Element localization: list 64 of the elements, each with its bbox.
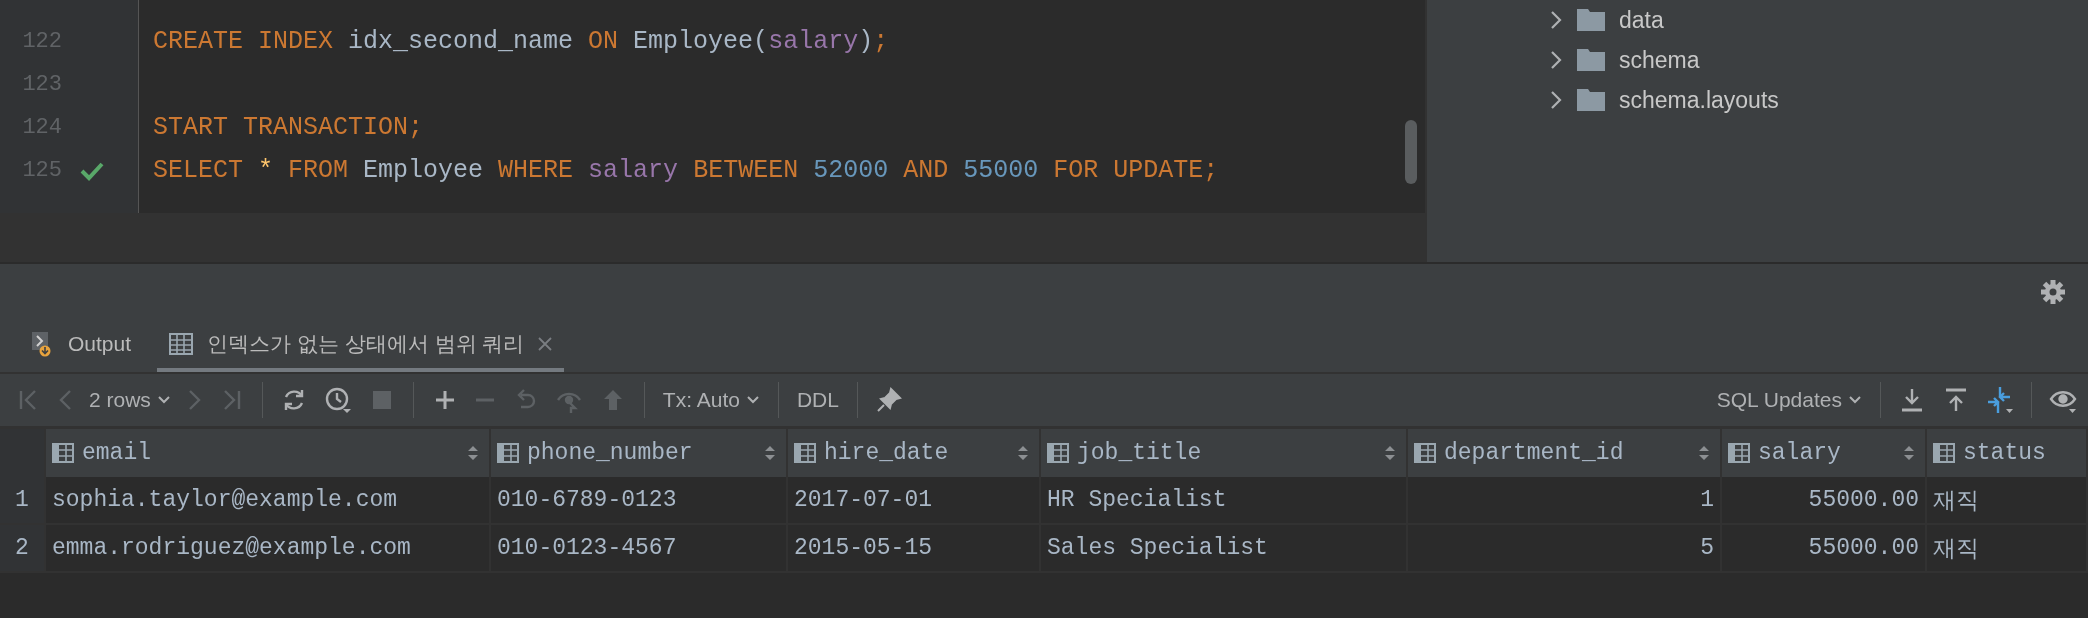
column-header[interactable]: email [46, 429, 491, 477]
column-header[interactable]: status [1927, 429, 2088, 477]
table-cell: 2015-05-15 [788, 525, 1041, 571]
caret-icon [156, 395, 171, 405]
table-icon [169, 333, 194, 355]
sort-icon[interactable] [467, 444, 479, 462]
table-cell: 2017-07-01 [788, 477, 1041, 523]
dropdown-button[interactable]: 2 rows [83, 380, 177, 420]
sort-icon[interactable] [1903, 444, 1915, 462]
scrollbar-thumb[interactable] [1405, 120, 1417, 184]
chevron-icon[interactable] [1549, 9, 1563, 31]
caret-icon [745, 395, 760, 405]
minus-icon [474, 397, 495, 403]
table-cell: 5 [1408, 525, 1722, 571]
sort-icon[interactable] [1384, 444, 1396, 462]
arrows-icon [1986, 386, 2014, 414]
folder-icon [1577, 89, 1605, 111]
column-header[interactable]: department_id [1408, 429, 1722, 477]
sort-icon[interactable] [764, 444, 776, 462]
ddl-button[interactable]: DDL [790, 380, 845, 420]
table-cell: 1 [1408, 477, 1722, 523]
tree-item[interactable]: schema.layouts [1619, 86, 1779, 114]
code-line: START TRANSACTION; [153, 113, 424, 142]
column-icon [1414, 443, 1436, 463]
column-icon [52, 443, 74, 463]
caret-icon [1848, 395, 1862, 405]
row-number: 1 [0, 477, 46, 523]
table-cell: 재직 [1927, 477, 2088, 523]
dropdown-button[interactable]: SQL Updates [1710, 380, 1868, 420]
code-line: CREATE INDEX idx_second_name ON Employee(salary); [153, 27, 889, 56]
table-cell: 010-0123-4567 [491, 525, 788, 571]
code-line: SELECT * FROM Employee WHERE salary BETWEEN 52000 AND 55000 FOR UPDATE; [153, 156, 1219, 185]
table-cell: 55000.00 [1722, 525, 1927, 571]
close-icon[interactable] [538, 337, 553, 351]
sort-icon[interactable] [1017, 444, 1029, 462]
tab[interactable]: Output [18, 320, 144, 372]
table-cell: 55000.00 [1722, 477, 1927, 523]
table-cell: emma.rodriguez@example.com [46, 525, 491, 571]
chevron-icon[interactable] [1549, 49, 1563, 71]
table-cell: Sales Specialist [1041, 525, 1408, 571]
column-icon [794, 443, 816, 463]
column-header[interactable]: phone_number [491, 429, 788, 477]
clock-icon [323, 386, 352, 414]
table-cell: 재직 [1927, 525, 2088, 571]
folder-icon [1577, 9, 1605, 31]
table-cell: HR Specialist [1041, 477, 1408, 523]
column-icon [1047, 443, 1069, 463]
chevron-left-icon [59, 389, 72, 411]
column-header[interactable]: job_title [1041, 429, 1408, 477]
row-number: 2 [0, 525, 46, 571]
column-header[interactable]: hire_date [788, 429, 1041, 477]
table-cell: sophia.taylor@example.com [46, 477, 491, 523]
dropdown-button[interactable]: Tx: Auto [656, 380, 766, 420]
column-icon [1933, 443, 1955, 463]
folder-icon [1577, 49, 1605, 71]
tree-item[interactable]: schema [1619, 46, 1700, 74]
table-cell: 010-6789-0123 [491, 477, 788, 523]
column-icon [1728, 443, 1750, 463]
sort-icon[interactable] [1698, 444, 1710, 462]
chevron-icon[interactable] [1549, 89, 1563, 111]
tree-item[interactable]: data [1619, 6, 1664, 34]
chevron-right-icon [187, 389, 201, 411]
column-header[interactable]: salary [1722, 429, 1927, 477]
column-icon [497, 443, 519, 463]
